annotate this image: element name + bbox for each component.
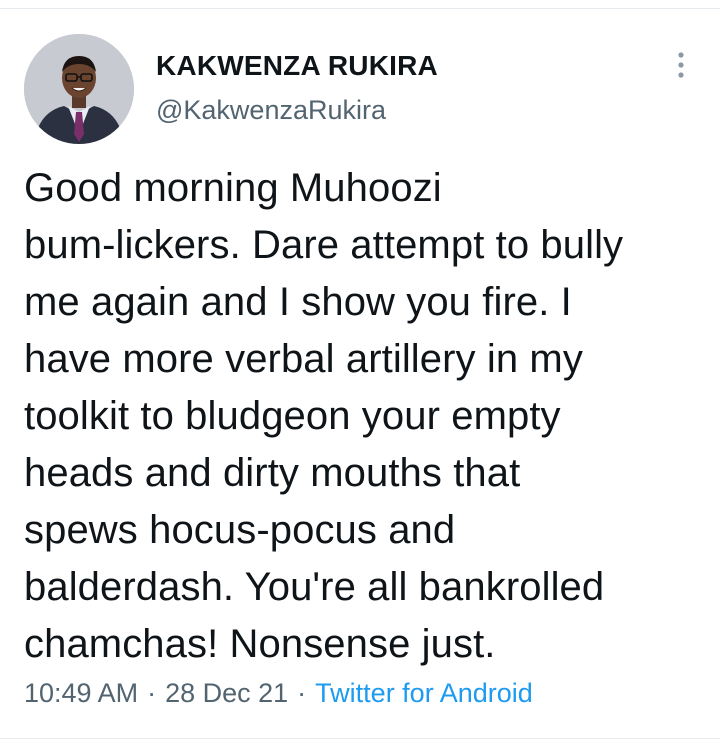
vertical-ellipsis-icon <box>678 52 684 78</box>
bottom-divider <box>0 738 720 739</box>
separator-dot: · <box>147 678 157 708</box>
top-divider <box>0 8 720 9</box>
tweet-metadata: 10:49 AM · 28 Dec 21 · Twitter for Android <box>24 678 533 709</box>
author-display-name[interactable]: KAKWENZA RUKIRA <box>156 50 438 82</box>
avatar[interactable] <box>24 34 134 144</box>
tweet-source-link[interactable]: Twitter for Android <box>315 678 533 708</box>
separator-dot: · <box>297 678 307 708</box>
tweet-time[interactable]: 10:49 AM <box>24 678 138 708</box>
author-handle[interactable]: @KakwenzaRukira <box>156 95 386 126</box>
tweet-text: Good morning Muhoozi bum-lickers. Dare a… <box>24 166 624 666</box>
more-options-button[interactable] <box>664 48 698 82</box>
tweet-date[interactable]: 28 Dec 21 <box>165 678 288 708</box>
profile-photo-icon <box>24 34 134 144</box>
